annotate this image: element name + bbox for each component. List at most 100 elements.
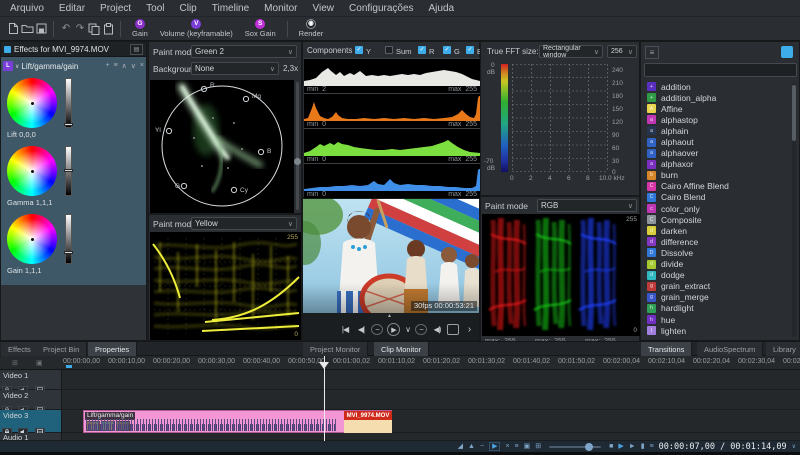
rewind-icon[interactable]: − [371, 324, 383, 335]
playhead-handle[interactable] [319, 362, 329, 369]
tab-project-bin[interactable]: Project Bin [36, 342, 87, 357]
list-item[interactable]: +addition [642, 81, 792, 92]
list-item[interactable]: ddarken [642, 225, 792, 236]
list-item[interactable]: CComposite [642, 214, 792, 225]
list-item[interactable]: AAffine [642, 103, 792, 114]
list-item[interactable]: hhue [642, 314, 792, 325]
parade-paint-mode-select[interactable]: RGB∨ [537, 199, 637, 212]
menu-configuracoes[interactable]: Configurações [349, 3, 413, 14]
list-item[interactable]: aalphaxor [642, 159, 792, 170]
list-item[interactable]: +addition_alpha [642, 92, 792, 103]
menu-editar[interactable]: Editar [59, 3, 85, 14]
b-checkbox[interactable]: ✓ [466, 46, 474, 54]
menu-icon[interactable]: ≡ [114, 62, 118, 70]
list-scrollbar[interactable] [792, 83, 796, 337]
list-item[interactable]: CCairo Blend [642, 192, 792, 203]
effects-options-button[interactable]: ▤ [130, 44, 143, 55]
chevron-down-icon[interactable]: ∨ [404, 324, 411, 336]
panel-menu-button[interactable]: ≡ [645, 46, 659, 59]
track-lane-video1[interactable] [62, 370, 800, 390]
tab-audiospectrum[interactable]: AudioSpectrum [697, 342, 763, 357]
zoom-slider-handle[interactable] [585, 443, 593, 451]
list-item[interactable]: aalphaout [642, 136, 792, 147]
overwrite-mode-icon[interactable]: − [480, 443, 484, 450]
insert-mode-icon[interactable]: ▲ [468, 443, 475, 450]
zone-start-icon[interactable]: |◀ [339, 324, 351, 336]
menu-monitor[interactable]: Monitor [264, 3, 297, 14]
list-item[interactable]: aalphastop [642, 114, 792, 125]
frame-back-icon[interactable]: ◀| [355, 324, 367, 336]
tab-project-monitor[interactable]: Project Monitor [303, 342, 368, 357]
forward-icon[interactable]: − [415, 324, 427, 335]
select-tool-icon[interactable]: ▶ [489, 442, 500, 451]
render-button[interactable]: ◉ Render [293, 17, 330, 41]
list-item[interactable]: DDissolve [642, 247, 792, 258]
volume-keyframable-button[interactable]: V Volume (keyframable) [154, 17, 239, 41]
timeline-ruler[interactable]: ⊞ ▣ 00:00:00,00 00:00:10,00 00:00:20,00 … [0, 356, 800, 370]
r-checkbox[interactable]: ✓ [418, 46, 426, 54]
sum-checkbox[interactable] [385, 46, 393, 54]
sox-gain-button[interactable]: S Sox Gain [239, 17, 282, 41]
undo-icon[interactable]: ↶ [59, 22, 73, 36]
fft-size-select[interactable]: 256∨ [607, 45, 637, 58]
timeline-corner-icon[interactable]: ⊞ [12, 359, 18, 367]
gamma-color-wheel[interactable] [7, 146, 57, 196]
scrollbar-thumb[interactable] [792, 85, 796, 141]
collapse-caret-icon[interactable]: ∨ [15, 63, 19, 70]
tab-transitions[interactable]: Transitions [641, 342, 692, 357]
gain-color-wheel[interactable] [7, 214, 57, 264]
redo-icon[interactable]: ↷ [73, 22, 87, 36]
show-markers-icon[interactable]: ≡ [650, 443, 654, 450]
chevron-down-icon[interactable]: ∨ [792, 444, 796, 450]
gain-effect-button[interactable]: G Gain [126, 17, 154, 41]
gamma-slider-handle[interactable] [64, 169, 73, 172]
volume-icon[interactable]: ◀) [431, 324, 443, 336]
razor-tool-icon[interactable]: × [505, 443, 509, 450]
lift-color-wheel[interactable] [7, 78, 57, 128]
new-document-icon[interactable] [6, 22, 20, 36]
list-item[interactable]: ddivide [642, 259, 792, 270]
audio-scrub-icon[interactable]: ▮ [641, 443, 645, 450]
save-icon[interactable] [34, 22, 48, 36]
spacer-tool-icon[interactable]: ≡ [515, 443, 519, 450]
track-lane-video2[interactable] [62, 390, 800, 410]
list-item[interactable]: ggrain_merge [642, 292, 792, 303]
gamma-slider[interactable] [65, 146, 72, 196]
tab-library[interactable]: Library [766, 342, 800, 357]
more-icon[interactable]: › [463, 324, 475, 336]
timeline-corner-icon[interactable]: ▣ [36, 359, 43, 367]
preview-render-icon[interactable]: ▶ [618, 443, 623, 450]
list-item[interactable]: ddifference [642, 236, 792, 247]
move-down-icon[interactable]: ∨ [131, 62, 136, 70]
list-item[interactable]: ggrain_extract [642, 281, 792, 292]
menu-view[interactable]: View [313, 3, 335, 14]
zoom-slider-handle[interactable] [294, 158, 301, 165]
mix-audio-icon[interactable]: ▣ [524, 443, 531, 450]
track-header-audio1[interactable]: Audio 1 [0, 433, 62, 441]
thumbnails-toggle-icon[interactable]: ⊞ [535, 443, 541, 450]
list-item[interactable]: ccolor_only [642, 203, 792, 214]
menu-project[interactable]: Project [100, 3, 131, 14]
list-item[interactable]: llighten [642, 325, 792, 336]
vectorscope-background-select[interactable]: None∨ [191, 62, 279, 75]
snap-icon[interactable]: ► [629, 443, 636, 450]
list-item[interactable]: aalphaover [642, 148, 792, 159]
list-item[interactable]: aalphain [642, 125, 792, 136]
menu-ajuda[interactable]: Ajuda [429, 3, 455, 14]
timeline-zoom-slider[interactable] [549, 446, 601, 448]
open-folder-icon[interactable] [20, 22, 34, 36]
list-item[interactable]: CCairo Affine Blend [642, 181, 792, 192]
list-item[interactable]: bburn [642, 170, 792, 181]
lift-slider-handle[interactable] [64, 123, 73, 126]
vectorscope-zoom-slider[interactable] [296, 82, 299, 210]
vectorscope-paint-mode-select[interactable]: Green 2∨ [191, 45, 297, 58]
track-header-video1[interactable]: Video 1 [0, 370, 62, 390]
menu-timeline[interactable]: Timeline [212, 3, 249, 14]
keyframe-icon[interactable]: + [105, 62, 109, 70]
gain-slider[interactable] [65, 214, 72, 264]
gain-slider-handle[interactable] [64, 251, 73, 254]
move-up-icon[interactable]: ∧ [122, 62, 127, 70]
fit-zoom-icon[interactable]: ■ [609, 443, 613, 450]
tab-properties[interactable]: Properties [88, 342, 137, 357]
track-header-video3[interactable]: Video 3 [0, 410, 62, 433]
